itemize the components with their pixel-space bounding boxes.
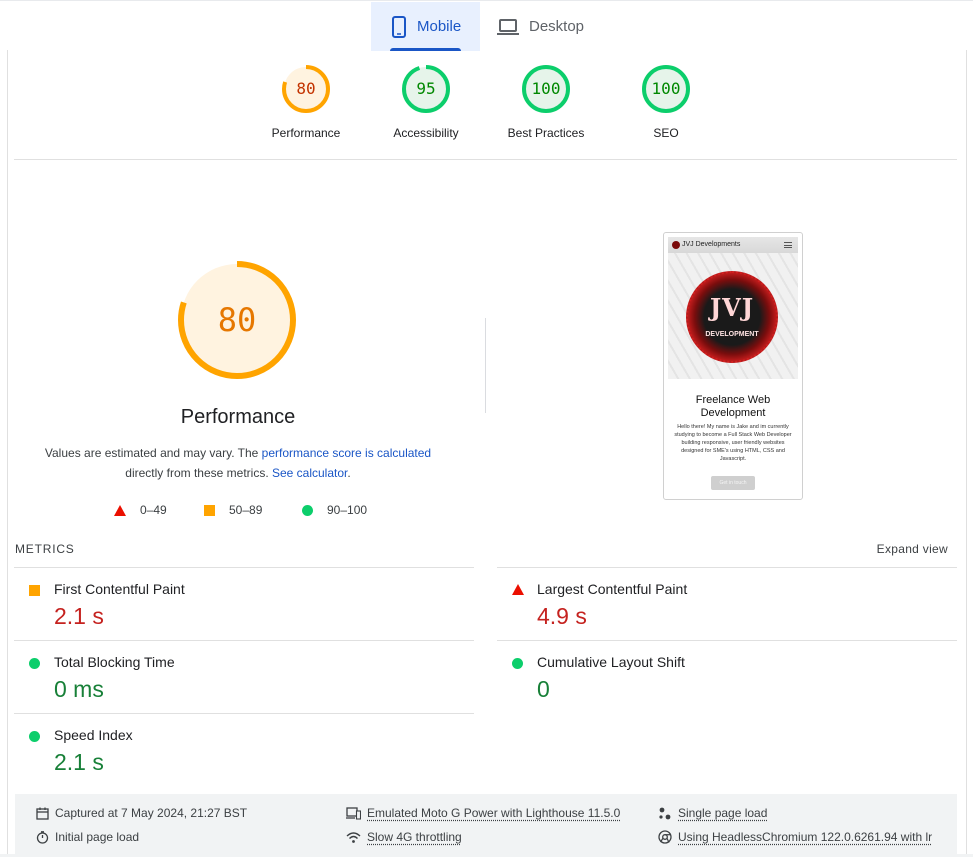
hero-image: JVJ DEVELOPMENT bbox=[668, 253, 798, 379]
site-body-text: Hello there! My name is Jake and im curr… bbox=[674, 424, 792, 462]
gauge-ring: 95 bbox=[401, 64, 451, 114]
logo-text: JVJ bbox=[709, 293, 755, 322]
metric-name: Largest Contentful Paint bbox=[537, 581, 688, 597]
performance-description: Values are estimated and may vary. The p… bbox=[38, 443, 438, 483]
metric-value: 0 ms bbox=[54, 676, 104, 702]
see-calculator-link[interactable]: See calculator bbox=[272, 466, 347, 480]
initial-load: Initial page load bbox=[36, 830, 139, 844]
emulated-device-text: Emulated Moto G Power with Lighthouse 11… bbox=[367, 806, 621, 820]
legend-fail: 0–49 bbox=[114, 503, 167, 517]
desc-text: directly from these metrics. bbox=[125, 466, 272, 480]
gauge-score: 100 bbox=[531, 79, 561, 98]
laptop-icon bbox=[497, 18, 519, 35]
gauge-label: Performance bbox=[271, 126, 341, 140]
metric-name: Speed Index bbox=[54, 727, 133, 743]
nodes-icon bbox=[659, 807, 671, 819]
orange-square-icon bbox=[204, 504, 215, 516]
tab-desktop-label: Desktop bbox=[529, 18, 585, 35]
legend-pass: 90–100 bbox=[302, 503, 367, 517]
metric-name: Cumulative Layout Shift bbox=[537, 654, 685, 670]
green-circle-icon bbox=[512, 658, 523, 669]
final-screenshot[interactable]: JVJ Developments JVJ DEVELOPMENT Freelan… bbox=[663, 232, 803, 500]
metric-speed-index: Speed Index 2.1 s bbox=[14, 713, 474, 786]
gauge-score: 95 bbox=[416, 79, 436, 98]
metric-value: 0 bbox=[537, 676, 550, 702]
metric-lcp: Largest Contentful Paint 4.9 s bbox=[497, 567, 957, 640]
site-header: JVJ Developments bbox=[668, 237, 798, 253]
score-legend: 0–49 50–89 90–100 bbox=[0, 503, 480, 519]
metric-tbt: Total Blocking Time 0 ms bbox=[14, 640, 474, 713]
metric-value: 4.9 s bbox=[537, 603, 587, 629]
metric-cls: Cumulative Layout Shift 0 bbox=[497, 640, 957, 713]
chrome-icon bbox=[658, 830, 672, 844]
gauge-score: 100 bbox=[651, 79, 681, 98]
performance-title: Performance bbox=[180, 406, 296, 428]
device-tabs: Mobile Desktop bbox=[0, 0, 973, 51]
browser-info[interactable]: Using HeadlessChromium 122.0.6261.94 wit… bbox=[658, 830, 932, 844]
metric-name: First Contentful Paint bbox=[54, 581, 185, 597]
legend-pass-label: 90–100 bbox=[327, 503, 368, 517]
category-gauges: 80 Performance 95 Accessibility 100 Best… bbox=[0, 64, 973, 144]
get-in-touch-button: Get in touch bbox=[711, 476, 755, 490]
gauge-ring: 100 bbox=[521, 64, 571, 114]
gauge-seo[interactable]: 100 SEO bbox=[606, 64, 726, 140]
captured-text: Captured at 7 May 2024, 21:27 BST bbox=[55, 806, 248, 820]
network-throttling[interactable]: Slow 4G throttling bbox=[346, 830, 462, 844]
captured-at: Captured at 7 May 2024, 21:27 BST bbox=[36, 806, 247, 820]
calendar-icon bbox=[36, 807, 49, 820]
initial-load-text: Initial page load bbox=[55, 830, 140, 844]
metric-value: 2.1 s bbox=[54, 749, 104, 775]
red-triangle-icon bbox=[512, 584, 524, 595]
metric-fcp: First Contentful Paint 2.1 s bbox=[14, 567, 474, 640]
jvj-logo: JVJ DEVELOPMENT bbox=[686, 271, 778, 363]
gauge-best-practices[interactable]: 100 Best Practices bbox=[486, 64, 606, 140]
gauge-accessibility[interactable]: 95 Accessibility bbox=[366, 64, 486, 140]
divider bbox=[14, 159, 957, 160]
logo-subtext: DEVELOPMENT bbox=[705, 331, 759, 338]
tab-desktop[interactable]: Desktop bbox=[497, 2, 607, 51]
legend-average-label: 50–89 bbox=[229, 503, 263, 517]
wifi-icon bbox=[346, 831, 361, 843]
legend-average: 50–89 bbox=[204, 503, 262, 517]
gauge-label: SEO bbox=[653, 126, 679, 140]
gauge-score: 80 bbox=[296, 79, 316, 98]
timer-icon bbox=[36, 830, 49, 844]
single-page-load-text: Single page load bbox=[678, 806, 768, 820]
tab-mobile-label: Mobile bbox=[417, 18, 462, 35]
tab-mobile[interactable]: Mobile bbox=[371, 2, 480, 51]
legend-fail-label: 0–49 bbox=[140, 503, 167, 517]
green-circle-icon bbox=[302, 504, 313, 516]
desc-text: Values are estimated and may vary. The bbox=[44, 446, 262, 460]
metric-value: 2.1 s bbox=[54, 603, 104, 629]
throttling-text: Slow 4G throttling bbox=[367, 830, 462, 844]
gauge-ring: 80 bbox=[281, 64, 331, 114]
vertical-divider bbox=[485, 318, 486, 413]
hamburger-menu-icon bbox=[784, 242, 792, 248]
desc-text: . bbox=[347, 466, 351, 480]
runtime-settings: Captured at 7 May 2024, 21:27 BST Initia… bbox=[15, 794, 957, 857]
smartphone-icon bbox=[392, 15, 406, 38]
red-triangle-icon bbox=[114, 504, 126, 516]
emulated-device[interactable]: Emulated Moto G Power with Lighthouse 11… bbox=[346, 806, 620, 820]
site-logo-icon bbox=[672, 241, 680, 249]
gauge-label: Best Practices bbox=[507, 126, 585, 140]
browser-text: Using HeadlessChromium 122.0.6261.94 wit… bbox=[678, 830, 933, 844]
gauge-ring: 100 bbox=[641, 64, 691, 114]
score-calculation-link[interactable]: performance score is calculated bbox=[262, 446, 431, 460]
orange-square-icon bbox=[29, 585, 40, 596]
performance-score: 80 bbox=[217, 301, 257, 339]
green-circle-icon bbox=[29, 658, 40, 669]
expand-view-button[interactable]: Expand view bbox=[877, 542, 948, 556]
green-circle-icon bbox=[29, 731, 40, 742]
metric-name: Total Blocking Time bbox=[54, 654, 175, 670]
gauge-performance[interactable]: 80 Performance bbox=[246, 64, 366, 140]
site-name: JVJ Developments bbox=[682, 241, 741, 248]
metrics-header: METRICS bbox=[15, 542, 75, 556]
gauge-label: Accessibility bbox=[393, 126, 459, 140]
single-page-load[interactable]: Single page load bbox=[658, 806, 767, 820]
performance-gauge-large: 80 bbox=[176, 259, 298, 381]
devices-icon bbox=[346, 806, 361, 820]
site-heading: Freelance Web Development bbox=[695, 394, 771, 419]
